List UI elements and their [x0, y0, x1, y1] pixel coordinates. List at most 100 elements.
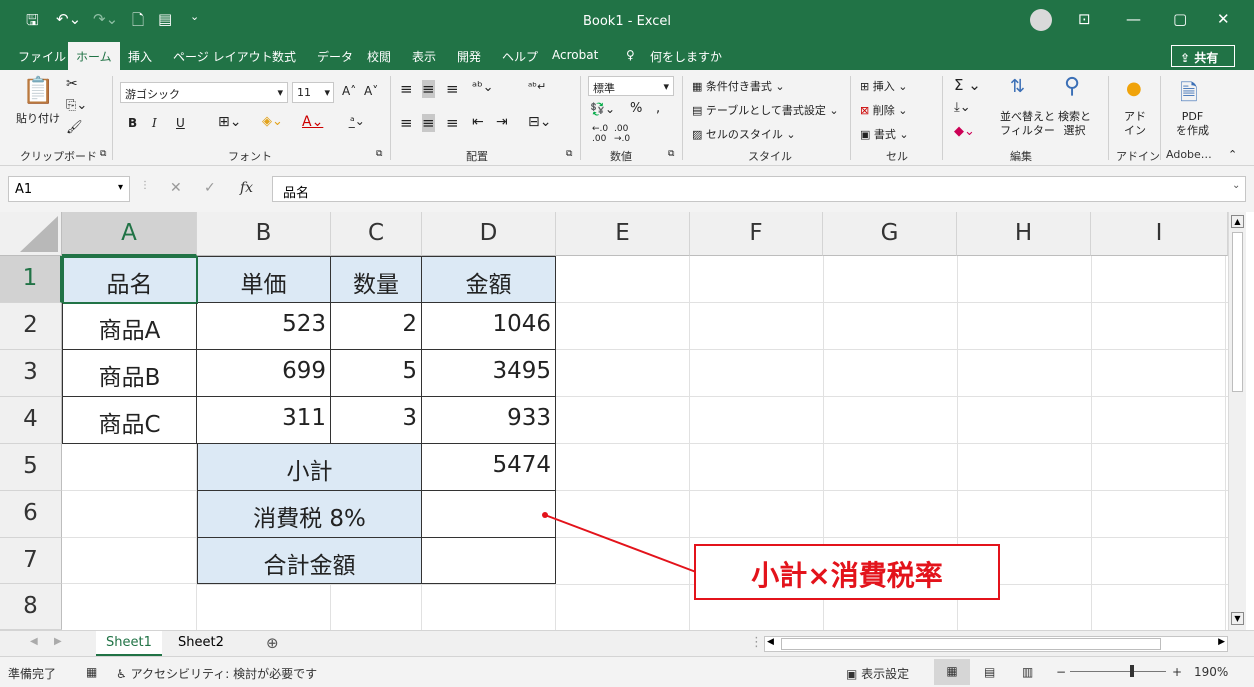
- row-header-4[interactable]: 4: [0, 397, 62, 444]
- merge-center-icon[interactable]: ⊟⌄: [528, 114, 551, 130]
- fill-icon[interactable]: ⤓⌄: [954, 100, 971, 115]
- select-all-button[interactable]: [0, 212, 62, 256]
- next-sheet-icon[interactable]: ▶: [54, 636, 62, 647]
- tab-home[interactable]: ホーム: [68, 42, 120, 70]
- cell-d2[interactable]: 1046: [422, 303, 556, 350]
- cut-icon[interactable]: ✂: [66, 76, 78, 92]
- cell-d7[interactable]: [422, 538, 556, 584]
- increase-font-icon[interactable]: A˄: [342, 84, 356, 98]
- cell-c2[interactable]: 2: [331, 303, 422, 350]
- increase-decimal-icon[interactable]: ←.0.00: [592, 124, 608, 144]
- align-center-icon[interactable]: ≡: [422, 114, 435, 132]
- cell-b2[interactable]: 523: [197, 303, 331, 350]
- comma-icon[interactable]: ,: [656, 101, 660, 116]
- tab-splitter-icon[interactable]: ⋮: [750, 635, 763, 650]
- fill-color-icon[interactable]: ◈⌄: [262, 114, 283, 129]
- restore-button[interactable]: ▢: [1173, 10, 1187, 28]
- cell-d3[interactable]: 3495: [422, 350, 556, 397]
- cell-c1[interactable]: 数量: [331, 256, 422, 303]
- cell-a3[interactable]: 商品B: [62, 350, 197, 397]
- currency-icon[interactable]: 💱⌄: [590, 102, 615, 116]
- tab-file[interactable]: ファイル: [18, 48, 66, 65]
- enter-icon[interactable]: ✓: [204, 180, 216, 196]
- scroll-thumb[interactable]: [1232, 232, 1243, 392]
- align-top-icon[interactable]: ≡: [400, 80, 413, 98]
- worksheet-grid[interactable]: A B C D E F G H I 1 2 3 4 5 6 7 8 品名 単価 …: [0, 212, 1228, 630]
- horizontal-scrollbar[interactable]: ◀ ▶: [764, 636, 1228, 652]
- wrap-text-icon[interactable]: ᵃᵇ↵: [528, 80, 546, 93]
- name-box[interactable]: A1 ▾: [8, 176, 130, 202]
- hscroll-thumb[interactable]: [781, 638, 1161, 650]
- border-icon[interactable]: ⊞⌄: [218, 114, 241, 130]
- zoom-level[interactable]: 190%: [1194, 665, 1228, 679]
- column-header-c[interactable]: C: [331, 212, 422, 256]
- zoom-slider[interactable]: [1070, 671, 1166, 672]
- scroll-left-icon[interactable]: ◀: [767, 637, 774, 647]
- decrease-font-icon[interactable]: A˅: [364, 84, 378, 98]
- tab-sheet2[interactable]: Sheet2: [168, 631, 234, 656]
- dialog-launcher-icon[interactable]: ⧉: [100, 149, 106, 159]
- tab-page-layout[interactable]: ページ レイアウト: [173, 48, 273, 65]
- minimize-button[interactable]: —: [1126, 10, 1141, 28]
- create-pdf-button[interactable]: PDF を作成: [1176, 110, 1209, 138]
- find-select-button[interactable]: 検索と 選択: [1058, 110, 1091, 138]
- sort-filter-icon[interactable]: ⇅: [1010, 76, 1025, 97]
- zoom-slider-thumb[interactable]: [1130, 665, 1134, 677]
- insert-cells-button[interactable]: ⊞ 挿入 ⌄: [860, 78, 907, 94]
- row-header-5[interactable]: 5: [0, 444, 62, 491]
- dialog-launcher-icon[interactable]: ⧉: [566, 149, 572, 159]
- scroll-right-icon[interactable]: ▶: [1218, 637, 1225, 647]
- tab-view[interactable]: 表示: [412, 48, 436, 65]
- phonetic-icon[interactable]: ᵃ̲⌄: [350, 114, 365, 128]
- decrease-indent-icon[interactable]: ⇤: [472, 114, 484, 130]
- add-sheet-icon[interactable]: ⊕: [266, 634, 279, 652]
- dialog-launcher-icon[interactable]: ⧉: [668, 149, 674, 159]
- cell-d6[interactable]: [422, 491, 556, 538]
- page-layout-view-icon[interactable]: ▤: [984, 665, 995, 679]
- align-right-icon[interactable]: ≡: [446, 114, 459, 132]
- font-color-icon[interactable]: A⌄: [302, 114, 323, 130]
- column-header-e[interactable]: E: [556, 212, 690, 256]
- normal-view-icon[interactable]: ▦: [934, 659, 970, 685]
- font-size-select[interactable]: 11 ▾: [292, 82, 334, 103]
- conditional-formatting-button[interactable]: ▦ 条件付き書式 ⌄: [692, 78, 785, 94]
- tab-sheet1[interactable]: Sheet1: [96, 631, 162, 656]
- copy-icon[interactable]: ⎘⌄: [66, 98, 87, 113]
- macro-record-icon[interactable]: ▦: [86, 665, 97, 679]
- row-header-8[interactable]: 8: [0, 584, 62, 630]
- cell-b5-merged[interactable]: 小計: [197, 444, 422, 491]
- addins-icon[interactable]: ●: [1126, 78, 1142, 99]
- cell-b4[interactable]: 311: [197, 397, 331, 444]
- vertical-scrollbar[interactable]: ▲ ▼: [1228, 212, 1246, 630]
- align-left-icon[interactable]: ≡: [400, 114, 413, 132]
- cancel-icon[interactable]: ✕: [170, 180, 182, 196]
- column-header-b[interactable]: B: [197, 212, 331, 256]
- cell-c4[interactable]: 3: [331, 397, 422, 444]
- close-button[interactable]: ✕: [1217, 10, 1230, 28]
- prev-sheet-icon[interactable]: ◀: [30, 636, 38, 647]
- column-header-a[interactable]: A: [62, 212, 197, 256]
- underline-button[interactable]: U: [176, 116, 185, 130]
- ribbon-display-icon[interactable]: ⊡: [1078, 10, 1091, 28]
- accessibility-status[interactable]: ♿ アクセシビリティ: 検討が必要です: [116, 665, 317, 682]
- fx-icon[interactable]: fx: [240, 180, 253, 196]
- tab-developer[interactable]: 開発: [457, 48, 481, 65]
- tab-formulas[interactable]: 数式: [272, 48, 296, 65]
- column-header-f[interactable]: F: [690, 212, 823, 256]
- empty-cells-a5-a8[interactable]: [62, 444, 197, 630]
- cell-a4[interactable]: 商品C: [62, 397, 197, 444]
- orientation-icon[interactable]: ᵃᵇ⌄: [472, 80, 494, 95]
- row-header-2[interactable]: 2: [0, 303, 62, 350]
- tab-data[interactable]: データ: [317, 48, 353, 65]
- collapse-ribbon-icon[interactable]: ⌃: [1228, 148, 1237, 161]
- avatar[interactable]: [1030, 9, 1052, 31]
- format-cells-button[interactable]: ▣ 書式 ⌄: [860, 126, 909, 142]
- column-header-i[interactable]: I: [1091, 212, 1228, 256]
- formula-input[interactable]: 品名: [272, 176, 1246, 202]
- display-settings-button[interactable]: ▣ 表示設定: [846, 665, 909, 682]
- zoom-in-icon[interactable]: +: [1172, 665, 1182, 679]
- align-middle-icon[interactable]: ≡: [422, 80, 435, 98]
- font-name-select[interactable]: 游ゴシック ▾: [120, 82, 288, 103]
- cell-styles-button[interactable]: ▨ セルのスタイル ⌄: [692, 126, 796, 142]
- pdf-icon[interactable]: 🗎: [1180, 76, 1198, 114]
